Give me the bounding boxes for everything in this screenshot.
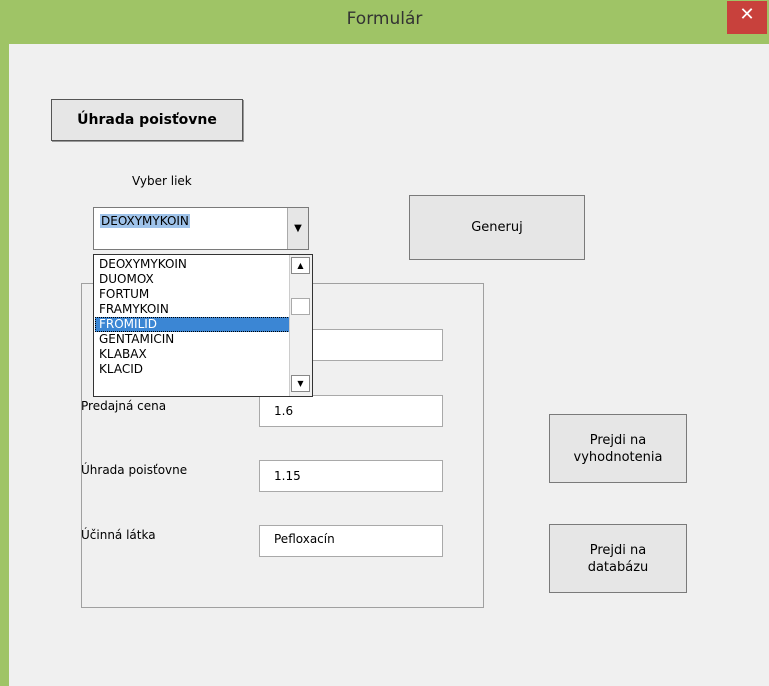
- list-item-selected[interactable]: FROMILID: [95, 317, 290, 332]
- list-item[interactable]: FORTUM: [95, 287, 290, 302]
- go-to-database-button[interactable]: Prejdi na databázu: [549, 524, 687, 593]
- list-item[interactable]: DEOXYMYKOIN: [95, 257, 290, 272]
- active-substance-field[interactable]: Pefloxacín: [259, 525, 443, 557]
- list-item[interactable]: GENTAMICIN: [95, 332, 290, 347]
- title-bar[interactable]: Formulár ✕: [0, 0, 769, 44]
- chevron-down-icon[interactable]: ▼: [287, 208, 308, 249]
- drug-combobox[interactable]: DEOXYMYKOIN ▼: [93, 207, 309, 250]
- go-to-evaluations-button[interactable]: Prejdi na vyhodnotenia: [549, 414, 687, 483]
- database-line-2: databázu: [587, 559, 649, 575]
- form-window: Formulár ✕ Úhrada poisťovne Vyber liek P…: [0, 0, 769, 686]
- close-icon[interactable]: ✕: [727, 1, 767, 34]
- insurance-payment-label: Úhrada poisťovne: [81, 463, 188, 477]
- form-body: Úhrada poisťovne Vyber liek Predajná cen…: [9, 44, 769, 686]
- insurance-payment-field[interactable]: 1.15: [259, 460, 443, 492]
- drug-dropdown-list[interactable]: DEOXYMYKOIN DUOMOX FORTUM FRAMYKOIN FROM…: [93, 254, 313, 397]
- evaluations-line-1: Prejdi na: [589, 432, 647, 448]
- database-line-1: Prejdi na: [589, 542, 647, 558]
- active-substance-label: Účinná látka: [81, 528, 156, 542]
- scroll-thumb[interactable]: [291, 298, 310, 315]
- dropdown-scrollbar[interactable]: ▲ ▼: [289, 255, 312, 396]
- evaluations-line-2: vyhodnotenia: [573, 449, 663, 465]
- list-item[interactable]: FRAMYKOIN: [95, 302, 290, 317]
- list-item[interactable]: KLABAX: [95, 347, 290, 362]
- uhrada-poistovne-button[interactable]: Úhrada poisťovne: [51, 99, 243, 141]
- combo-value: DEOXYMYKOIN: [100, 214, 190, 228]
- select-drug-label: Vyber liek: [132, 174, 192, 188]
- sale-price-field[interactable]: 1.6: [259, 395, 443, 427]
- list-item[interactable]: DUOMOX: [95, 272, 290, 287]
- window-title: Formulár: [346, 9, 423, 29]
- generate-button[interactable]: Generuj: [409, 195, 585, 260]
- scroll-up-icon[interactable]: ▲: [291, 257, 310, 274]
- scroll-down-icon[interactable]: ▼: [291, 375, 310, 392]
- sale-price-label: Predajná cena: [81, 399, 167, 413]
- list-item[interactable]: KLACID: [95, 362, 290, 377]
